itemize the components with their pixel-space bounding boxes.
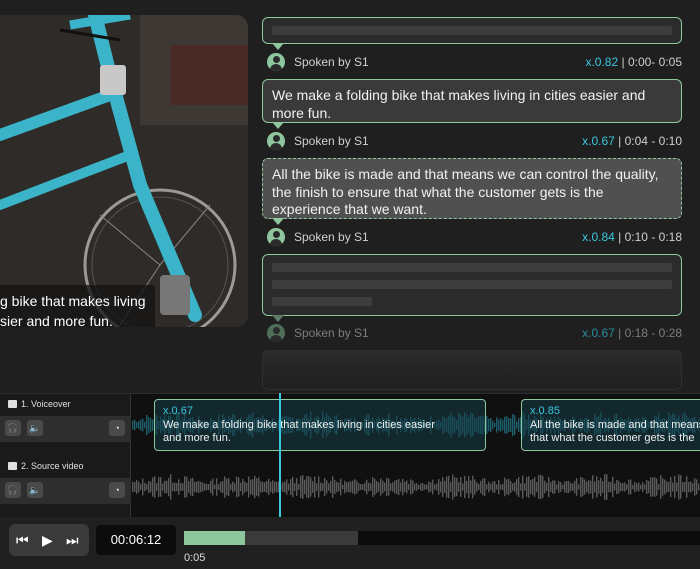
transcript-segment[interactable] xyxy=(262,254,682,322)
clip-text-line-1: All the bike is made and that means xyxy=(530,419,700,431)
transcript-segment[interactable] xyxy=(262,17,682,50)
headphones-icon[interactable]: 🎧 xyxy=(5,482,21,498)
placeholder-bar xyxy=(272,263,672,272)
clip-speed: x.0.85 xyxy=(530,405,560,417)
time-range: 0:04 - 0:10 xyxy=(624,134,682,148)
speaker-avatar-icon xyxy=(267,132,285,150)
video-preview[interactable]: g bike that makes living sier and more f… xyxy=(0,15,248,327)
track-label: 1. Voiceover xyxy=(5,399,71,409)
speaker-avatar-icon xyxy=(267,228,285,246)
time-range: 0:18 - 0:28 xyxy=(624,326,682,340)
track-header-voiceover: 1. Voiceover 🎧 🔈 ◔ xyxy=(0,394,131,456)
segment-meta: x.0.82 | 0:00- 0:05 xyxy=(585,52,682,72)
speaker-row: Spoken by S1 x.0.67 | 0:18 - 0:28 xyxy=(262,323,682,343)
rewind-icon[interactable]: ⏮ xyxy=(16,532,29,548)
placeholder-bar xyxy=(272,280,672,289)
player-controls: ⏮ ▶ ⏭ 00:06:12 0:05 xyxy=(0,517,700,569)
speed-value[interactable]: x.0.84 xyxy=(582,230,615,244)
segment-pointer xyxy=(272,122,284,129)
placeholder-bar xyxy=(272,297,372,306)
meta-separator: | xyxy=(618,134,622,148)
subtitle-line-1: g bike that makes living xyxy=(0,293,146,309)
source-video-lane[interactable] xyxy=(132,456,700,518)
track-controls: 🎧 🔈 ◔ xyxy=(0,416,131,442)
transcript-panel: Spoken by S1 x.0.82 | 0:00- 0:05 We make… xyxy=(262,15,682,390)
speaker-label: Spoken by S1 xyxy=(294,55,369,69)
progress-fill xyxy=(184,531,245,545)
track-controls: 🎧 🔈 ◔ xyxy=(0,478,131,504)
speaker-label: Spoken by S1 xyxy=(294,326,369,340)
segment-meta: x.0.84 | 0:10 - 0:18 xyxy=(582,227,682,247)
speed-value[interactable]: x.0.82 xyxy=(585,55,618,69)
meta-separator: | xyxy=(618,326,622,340)
subtitle-line-2: sier and more fun. xyxy=(0,313,113,327)
speaker-label: Spoken by S1 xyxy=(294,230,369,244)
segment-meta: x.0.67 | 0:18 - 0:28 xyxy=(582,323,682,343)
bike-frame-image xyxy=(0,15,248,327)
speed-value[interactable]: x.0.67 xyxy=(582,326,615,340)
track-label: 2. Source video xyxy=(5,461,84,471)
segment-pointer xyxy=(272,315,284,322)
segment-meta: x.0.67 | 0:04 - 0:10 xyxy=(582,131,682,151)
comment-icon xyxy=(8,462,17,470)
clip-text-line-2: that what the customer gets is the xyxy=(530,432,695,444)
progress-bar[interactable] xyxy=(184,531,700,545)
segment-text[interactable]: We make a folding bike that makes living… xyxy=(263,80,681,129)
segment-pointer xyxy=(272,43,284,50)
transcript-segment-faded xyxy=(262,350,682,390)
speaker-avatar-icon xyxy=(267,324,285,342)
voiceover-lane[interactable]: x.0.67 We make a folding bike that makes… xyxy=(132,394,700,456)
meta-separator: | xyxy=(618,230,622,244)
time-range: 0:10 - 0:18 xyxy=(624,230,682,244)
placeholder-bar xyxy=(272,26,672,35)
source-waveform xyxy=(132,474,700,500)
speaker-row: Spoken by S1 x.0.84 | 0:10 - 0:18 xyxy=(262,227,682,247)
speed-value[interactable]: x.0.67 xyxy=(582,134,615,148)
clip-speed: x.0.67 xyxy=(163,405,193,417)
play-icon[interactable]: ▶ xyxy=(42,532,53,548)
time-range: 0:00- 0:05 xyxy=(627,55,682,69)
headphones-icon[interactable]: 🎧 xyxy=(5,420,21,436)
speaker-avatar-icon xyxy=(267,53,285,71)
clip-text-line-1: We make a folding bike that makes living… xyxy=(163,419,435,431)
track-header-source-video: 2. Source video 🎧 🔈 ◔ xyxy=(0,456,131,518)
voiceover-clip[interactable]: x.0.67 We make a folding bike that makes… xyxy=(154,399,486,451)
meta-separator: | xyxy=(621,55,625,69)
speaker-icon[interactable]: 🔈 xyxy=(27,420,43,436)
timeline[interactable]: 1. Voiceover 🎧 🔈 ◔ x.0.67 We make a fold… xyxy=(0,393,700,518)
timecode-display: 00:06:12 xyxy=(96,525,176,555)
transcript-segment-active[interactable]: All the bike is made and that means we c… xyxy=(262,158,682,225)
clip-text-line-2: and more fun. xyxy=(163,432,231,444)
segment-pointer xyxy=(272,218,284,225)
clock-icon[interactable]: ◔ xyxy=(109,420,125,436)
clock-icon[interactable]: ◔ xyxy=(109,482,125,498)
forward-icon[interactable]: ⏭ xyxy=(66,532,79,548)
speaker-icon[interactable]: 🔈 xyxy=(27,482,43,498)
voiceover-clip[interactable]: x.0.85 All the bike is made and that mea… xyxy=(521,399,700,451)
transport-controls: ⏮ ▶ ⏭ xyxy=(9,524,89,556)
segment-text[interactable]: All the bike is made and that means we c… xyxy=(263,159,681,226)
speaker-label: Spoken by S1 xyxy=(294,134,369,148)
progress-time-label: 0:05 xyxy=(184,552,206,564)
video-subtitle: g bike that makes living sier and more f… xyxy=(0,285,155,327)
playhead[interactable] xyxy=(279,393,281,517)
speaker-row: Spoken by S1 x.0.67 | 0:04 - 0:10 xyxy=(262,131,682,151)
speaker-row: Spoken by S1 x.0.82 | 0:00- 0:05 xyxy=(262,52,682,72)
comment-icon xyxy=(8,400,17,408)
transcript-segment[interactable]: We make a folding bike that makes living… xyxy=(262,79,682,129)
